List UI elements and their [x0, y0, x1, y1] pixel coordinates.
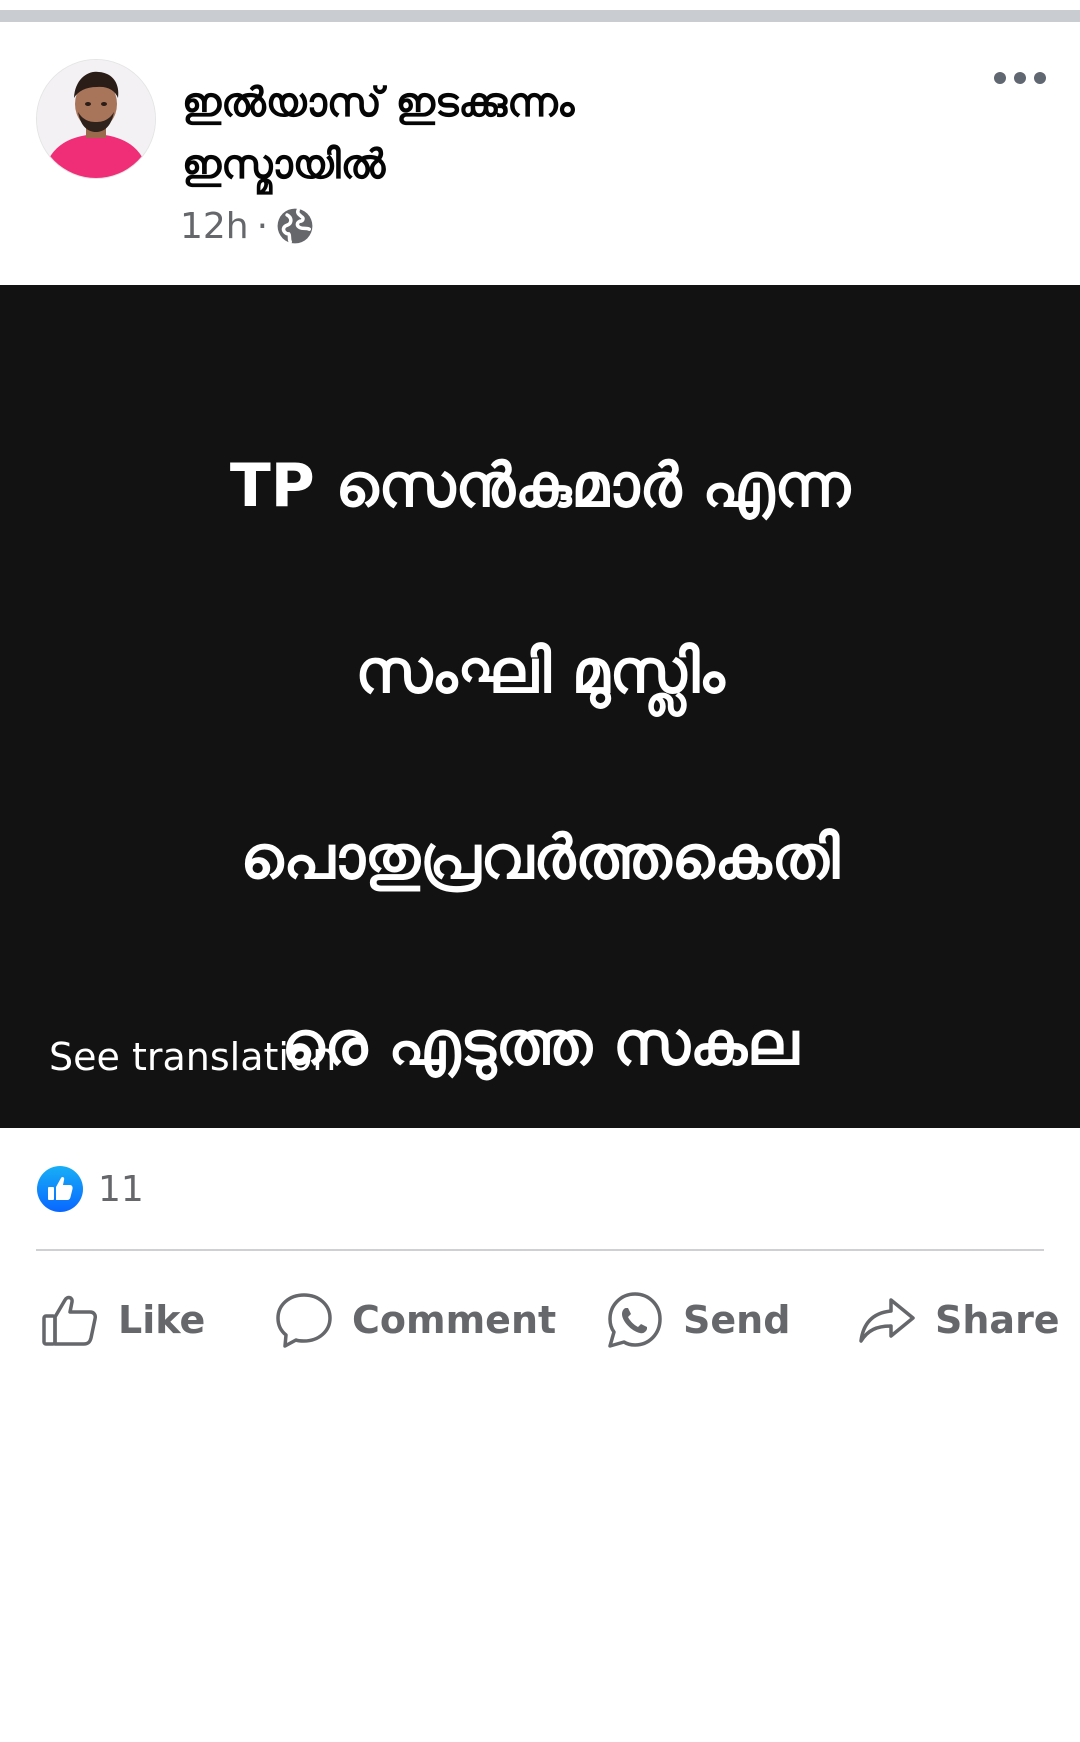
- reaction-count: 11: [98, 1168, 144, 1210]
- top-strip: [0, 0, 1080, 22]
- post-text-line: പോലീസ് തെരഞ്ഞ്: [264, 1381, 816, 1451]
- more-options-icon[interactable]: [994, 72, 1046, 84]
- action-bar: Like Comment Send Share: [0, 1280, 1080, 1360]
- more-dot: [1014, 72, 1026, 84]
- like-label: Like: [118, 1298, 206, 1342]
- post-body[interactable]: TP സെൻകുമാർ എന്ന സംഘി മുസ്ലിം പൊതുപ്രവർത…: [0, 285, 1080, 1637]
- author-name-line-1: ഇൽയാസ് ഇടക്കുന്നം: [182, 80, 575, 126]
- author-name-line-2: ഇസ്മായിൽ: [182, 142, 386, 188]
- send-label: Send: [683, 1298, 791, 1342]
- post-meta: 12h ·: [180, 205, 314, 247]
- see-translation-link[interactable]: See translation: [49, 1035, 336, 1079]
- comment-bubble-icon: [276, 1293, 332, 1348]
- comment-button[interactable]: Comment: [274, 1280, 556, 1360]
- meta-separator: ·: [256, 205, 269, 247]
- more-dot: [1034, 72, 1046, 84]
- reactions-summary[interactable]: 11: [36, 1165, 144, 1213]
- post-text-line: പൊതുപ്രവർത്തകെതി: [240, 823, 840, 893]
- whatsapp-icon: [608, 1292, 662, 1348]
- globe-icon: [277, 208, 313, 244]
- share-label: Share: [935, 1298, 1060, 1342]
- comment-label: Comment: [352, 1298, 557, 1342]
- like-badge-icon: [37, 1166, 83, 1212]
- post-text-line: TP സെൻകുമാർ എന്ന: [229, 451, 851, 521]
- more-dot: [994, 72, 1006, 84]
- post-header: ഇൽയാസ് ഇടക്കുന്നം ഇസ്മായിൽ 12h ·: [0, 22, 1080, 284]
- avatar[interactable]: [37, 60, 155, 178]
- top-divider: [0, 10, 1080, 22]
- author-name[interactable]: ഇൽയാസ് ഇടക്കുന്നം ഇസ്മായിൽ: [182, 72, 882, 196]
- post-text-line: സംഘി മുസ്ലിം: [355, 637, 725, 707]
- like-button[interactable]: Like: [40, 1280, 205, 1360]
- timestamp[interactable]: 12h: [180, 206, 249, 247]
- actions-divider: [36, 1249, 1044, 1251]
- share-button[interactable]: Share: [857, 1280, 1060, 1360]
- post-text-line: കള്ളക്കേസും പിണറായി: [213, 1195, 867, 1265]
- thumbs-up-icon: [42, 1295, 97, 1346]
- avatar-photo: [37, 60, 155, 178]
- send-button[interactable]: Send: [605, 1280, 790, 1360]
- post-text-line: നടക്കുന്നുണ്ട് എന്തിന്: [252, 1567, 828, 1637]
- share-arrow-icon: [859, 1298, 915, 1343]
